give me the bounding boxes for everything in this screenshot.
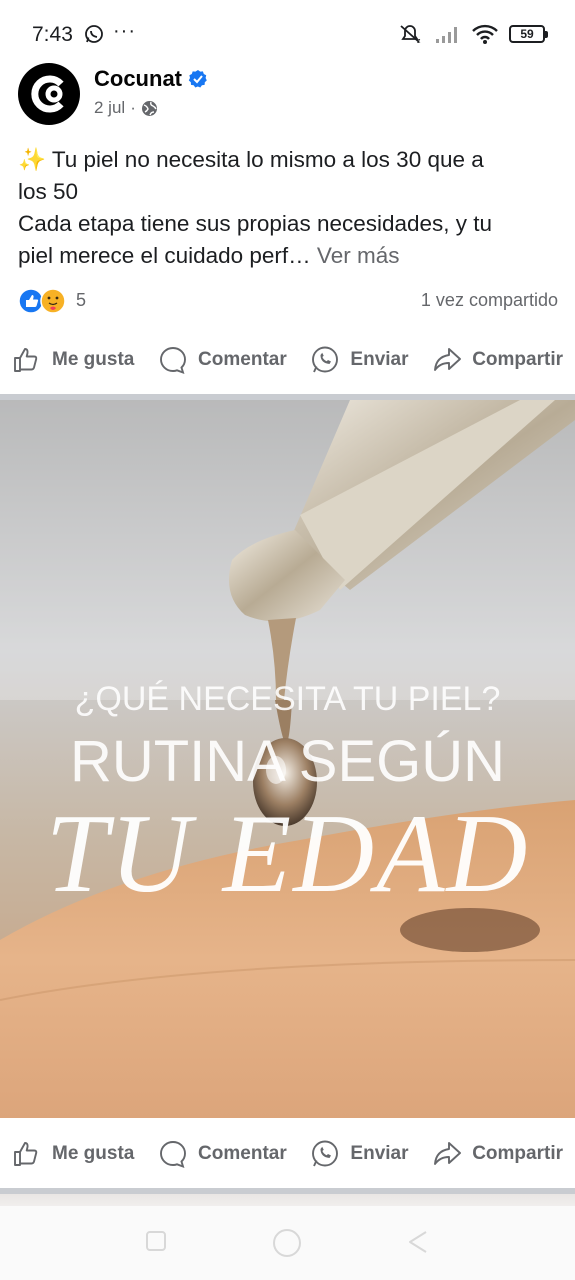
- status-bar: 7:43 ··· z 59: [0, 0, 575, 64]
- verified-badge-icon: [188, 70, 207, 88]
- share-label: Compartir: [472, 349, 563, 370]
- post-date[interactable]: 2 jul: [94, 98, 125, 118]
- battery-icon: 59: [509, 25, 548, 43]
- see-more-link[interactable]: Ver más: [317, 243, 400, 268]
- like-button[interactable]: Me gusta: [12, 345, 134, 375]
- post-text-line: los 50: [18, 179, 79, 204]
- home-button[interactable]: [272, 1228, 302, 1258]
- post-text-line-last: piel merece el cuidado perf… Ver más: [18, 240, 558, 272]
- comment-label: Comentar: [198, 1143, 287, 1164]
- reactions-summary[interactable]: 5 1 vez compartido: [18, 286, 558, 316]
- thumbs-up-icon: [14, 1142, 38, 1166]
- mute-alarm-icon: z: [400, 25, 421, 45]
- action-bar-image: Me gusta Comentar Enviar Compartir: [0, 1126, 575, 1182]
- post-text-line: ✨ Tu piel no necesita lo mismo a los 30 …: [18, 147, 484, 172]
- page-avatar[interactable]: [18, 63, 80, 125]
- post-text-truncated: piel merece el cuidado perf…: [18, 243, 311, 268]
- comment-bubble-icon: [160, 347, 186, 375]
- cocunat-logo-icon: [31, 75, 64, 113]
- action-bar: Me gusta Comentar Enviar Compartir: [0, 332, 575, 388]
- whatsapp-icon: [312, 346, 339, 373]
- image-headline-question: ¿QUÉ NECESITA TU PIEL?: [74, 680, 501, 718]
- thumbs-up-icon: [14, 348, 38, 372]
- whatsapp-notification-icon: [85, 25, 103, 43]
- share-button[interactable]: Compartir: [432, 345, 563, 375]
- share-arrow-icon: [434, 1142, 462, 1165]
- like-button[interactable]: Me gusta: [12, 1139, 134, 1169]
- share-button[interactable]: Compartir: [432, 1139, 563, 1169]
- share-count[interactable]: 1 vez compartido: [421, 290, 558, 311]
- share-arrow-icon: [434, 348, 462, 371]
- share-label: Compartir: [472, 1143, 563, 1164]
- post-meta: 2 jul ·: [94, 98, 158, 118]
- post-body: ✨ Tu piel no necesita lo mismo a los 30 …: [18, 144, 558, 272]
- more-notifications-icon: ···: [113, 20, 136, 42]
- post-header: Cocunat 2 jul ·: [18, 60, 558, 128]
- image-headline-age: TU EDAD: [45, 792, 530, 916]
- signal-icon: [436, 27, 457, 43]
- system-navigation-bar: [0, 1206, 575, 1280]
- send-button[interactable]: Enviar: [310, 345, 409, 375]
- svg-text:z: z: [417, 38, 421, 45]
- recent-apps-button[interactable]: [145, 1230, 167, 1252]
- status-icons: z 59: [397, 22, 548, 46]
- comment-button[interactable]: Comentar: [158, 1139, 287, 1169]
- wifi-icon: [472, 24, 498, 44]
- comment-label: Comentar: [198, 349, 287, 370]
- like-label: Me gusta: [52, 1143, 135, 1164]
- post-image[interactable]: ¿QUÉ NECESITA TU PIEL? RUTINA SEGÚN TU E…: [0, 400, 575, 1118]
- globe-icon: [141, 100, 157, 116]
- care-reaction-icon: [40, 288, 66, 314]
- comment-bubble-icon: [160, 1141, 186, 1169]
- clock: 7:43: [32, 23, 73, 46]
- meta-separator: ·: [130, 98, 136, 117]
- author-name[interactable]: Cocunat: [94, 66, 208, 92]
- reaction-icons: [18, 288, 66, 314]
- send-label: Enviar: [350, 349, 409, 370]
- send-button[interactable]: Enviar: [310, 1139, 409, 1169]
- comment-button[interactable]: Comentar: [158, 345, 287, 375]
- whatsapp-icon: [312, 1140, 339, 1167]
- back-button[interactable]: [406, 1230, 428, 1254]
- like-label: Me gusta: [52, 349, 135, 370]
- post-text-line: Cada etapa tiene sus propias necesidades…: [18, 211, 493, 236]
- image-headline-routine: RUTINA SEGÚN: [69, 729, 506, 794]
- send-label: Enviar: [350, 1143, 409, 1164]
- reaction-count[interactable]: 5: [76, 290, 86, 311]
- author-label[interactable]: Cocunat: [94, 66, 182, 92]
